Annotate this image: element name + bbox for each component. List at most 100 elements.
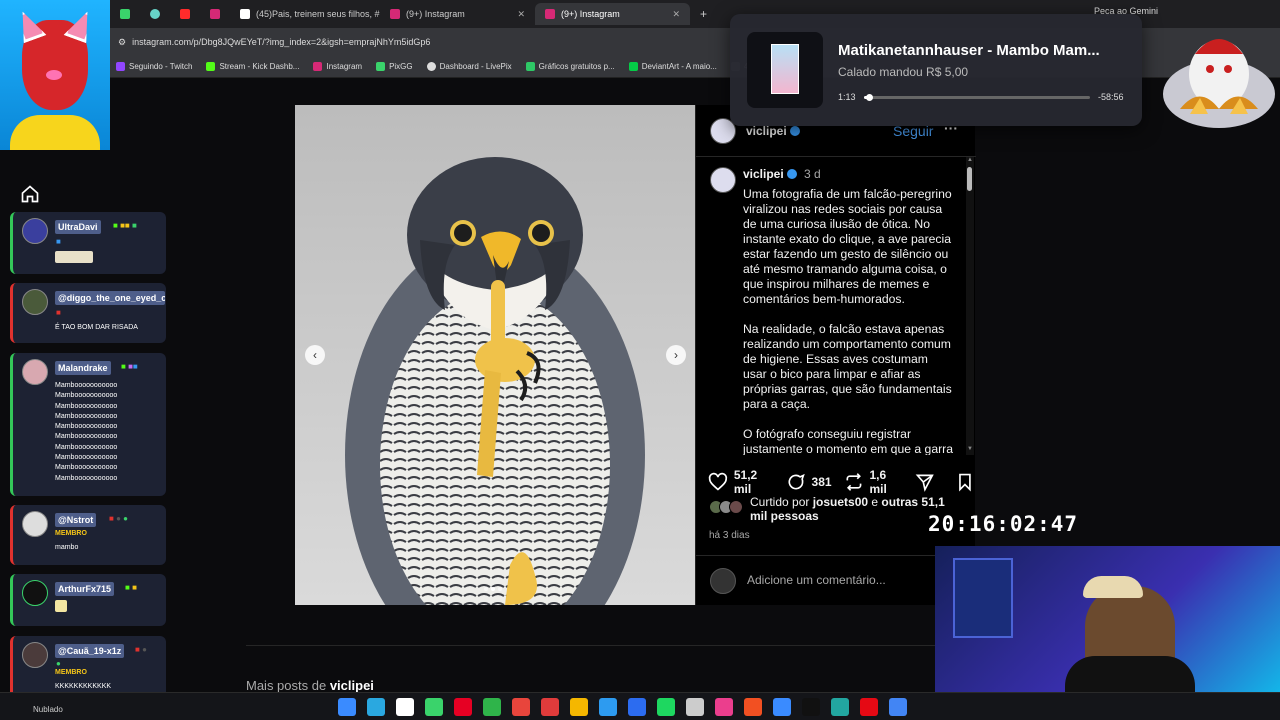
comment-box[interactable]: Adicione um comentário... — [696, 555, 976, 605]
avatar — [22, 511, 48, 537]
bookmark[interactable]: DeviantArt - A maio... — [628, 62, 717, 71]
tab-label: (9+) Instagram — [561, 9, 620, 19]
taskbar-app-icon[interactable] — [425, 698, 443, 716]
wall-poster — [953, 558, 1013, 638]
chat-username: @diggo_the_one_eyed_c — [55, 291, 165, 305]
browser-tab[interactable]: (9+) Instagram ✕ — [380, 3, 535, 25]
now-playing-widget: Matikanetannhauser - Mambo Mam... Calado… — [730, 14, 1142, 126]
taskbar-app-icon[interactable] — [686, 698, 704, 716]
taskbar-app-icon[interactable] — [599, 698, 617, 716]
taskbar-app-icon[interactable] — [367, 698, 385, 716]
liked-by-avatars — [709, 500, 747, 516]
browser-tab[interactable]: (45)Pais, treinem seus filhos, #n — [230, 3, 380, 25]
site-info-icon[interactable]: ⚙ — [118, 37, 126, 48]
chat-badges: ■ ■ — [125, 583, 137, 592]
browser-tab[interactable] — [140, 3, 170, 25]
chat-message: ArthurFx715 ■ ■ — [10, 574, 166, 626]
taskbar-app-icon[interactable] — [338, 698, 356, 716]
post-image[interactable] — [295, 105, 695, 605]
close-tab-icon[interactable]: ✕ — [672, 9, 680, 20]
caption-username[interactable]: viclipei — [743, 167, 784, 181]
taskbar-app-icon[interactable] — [454, 698, 472, 716]
taskbar-app-icon[interactable] — [773, 698, 791, 716]
scroll-down-arrow[interactable]: ▼ — [967, 446, 973, 452]
author-avatar[interactable] — [710, 167, 736, 193]
chat-username: @Nstrot — [55, 513, 97, 527]
taskbar-app-icon[interactable] — [889, 698, 907, 716]
taskbar-app-icon[interactable] — [831, 698, 849, 716]
chat-badge: ■ — [56, 237, 61, 246]
new-tab-button[interactable]: + — [690, 3, 717, 25]
chat-username: UltraDavi — [55, 220, 101, 234]
comment-input[interactable]: Adicione um comentário... — [747, 573, 886, 587]
taskbar-app-icon[interactable] — [483, 698, 501, 716]
chat-message: @diggo_the_one_eyed_c ■ É TAO BOM DAR RI… — [10, 283, 166, 343]
scrollbar-thumb[interactable] — [967, 167, 972, 191]
member-badge: MEMBRO — [55, 530, 87, 537]
livepix-icon — [426, 62, 436, 71]
kick-icon — [206, 62, 216, 71]
taskbar: Nublado — [0, 692, 1280, 720]
save-bookmark-icon[interactable] — [955, 471, 975, 493]
twitch-icon — [116, 62, 125, 71]
section-divider — [246, 645, 976, 646]
home-icon[interactable] — [20, 184, 40, 204]
chat-message: UltraDavi ■ ■■ ■ ■ — [10, 212, 166, 274]
post-date: há 3 dias — [709, 530, 750, 541]
repost-icon[interactable] — [844, 471, 864, 493]
weather-widget[interactable]: Nublado — [33, 705, 63, 714]
taskbar-app-icon[interactable] — [860, 698, 878, 716]
bookmark[interactable]: Gráficos gratuitos p... — [525, 62, 615, 71]
taskbar-app-icon[interactable] — [802, 698, 820, 716]
scroll-up-arrow[interactable]: ▲ — [967, 157, 973, 163]
avatar — [22, 218, 48, 244]
browser-tab[interactable] — [170, 3, 200, 25]
screen: (45)Pais, treinem seus filhos, #n (9+) I… — [0, 0, 1280, 720]
browser-tab-active[interactable]: (9+) Instagram ✕ — [535, 3, 690, 25]
bookmark-label: Stream - Kick Dashb... — [219, 62, 300, 71]
liked-by-user[interactable]: josuets00 — [813, 495, 868, 509]
more-posts-user[interactable]: viclipei — [330, 678, 374, 693]
previous-image-button[interactable]: ‹ — [305, 345, 325, 365]
chat-badge: ● — [56, 659, 61, 668]
taskbar-app-icon[interactable] — [512, 698, 530, 716]
chat-emote — [55, 600, 67, 612]
chat-message: @Nstrot ■ ● ● MEMBRO mambo — [10, 505, 166, 565]
caption-scrollbar[interactable] — [966, 157, 974, 455]
close-tab-icon[interactable]: ✕ — [517, 9, 525, 20]
instagram-icon — [313, 62, 323, 71]
author-username[interactable]: viclipei — [746, 124, 800, 138]
chat-text: KKKKKKKKKKKK — [55, 683, 112, 690]
taskbar-app-icon[interactable] — [744, 698, 762, 716]
bookmark[interactable]: Instagram — [313, 62, 362, 71]
falcon-illustration — [345, 157, 645, 605]
taskbar-app-icon[interactable] — [657, 698, 675, 716]
browser-tab[interactable] — [110, 3, 140, 25]
browser-tab[interactable] — [200, 3, 230, 25]
pixgg-icon — [376, 62, 386, 71]
deviantart-icon — [628, 62, 638, 71]
playback-progress[interactable] — [864, 94, 1090, 101]
comment-icon[interactable] — [786, 471, 806, 493]
elapsed-time: 1:13 — [838, 92, 856, 102]
carousel-dot-active — [491, 587, 495, 591]
progress-knob[interactable] — [865, 94, 873, 101]
taskbar-app-icon[interactable] — [628, 698, 646, 716]
tab-label: (45)Pais, treinem seus filhos, #n — [256, 9, 380, 19]
bookmark-label: PixGG — [389, 62, 413, 71]
share-icon[interactable] — [915, 471, 935, 493]
bookmark[interactable]: Stream - Kick Dashb... — [206, 62, 299, 71]
taskbar-app-icon[interactable] — [715, 698, 733, 716]
avatar — [729, 500, 743, 514]
next-image-button[interactable]: › — [666, 345, 686, 365]
more-posts-heading: Mais posts de viclipei — [246, 678, 374, 693]
chat-text: Mambooooooooooo Mambooooooooooo Mamboooo… — [55, 382, 118, 482]
taskbar-app-icon[interactable] — [396, 698, 414, 716]
bookmark-label: Gráficos gratuitos p... — [538, 62, 615, 71]
like-heart-icon[interactable] — [708, 471, 728, 493]
taskbar-app-icon[interactable] — [541, 698, 559, 716]
taskbar-app-icon[interactable] — [570, 698, 588, 716]
bookmark[interactable]: Seguindo - Twitch — [116, 62, 192, 71]
bookmark[interactable]: Dashboard - LivePix — [426, 62, 512, 71]
bookmark[interactable]: PixGG — [376, 62, 413, 71]
